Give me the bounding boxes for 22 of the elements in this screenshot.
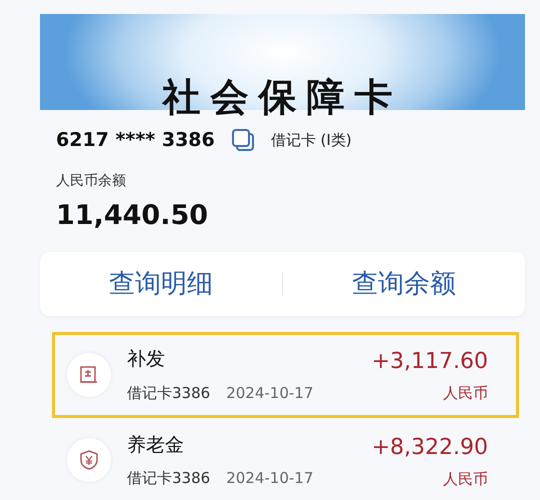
card-type: 借记卡 (I类): [270, 130, 352, 151]
transaction-row[interactable]: 养老金 借记卡3386 2024-10-17 +8,322.90 人民币: [52, 418, 519, 500]
shield-icon: [78, 449, 100, 472]
transaction-date: 2024-10-17: [226, 468, 314, 490]
currency-label: 人民币: [442, 468, 488, 490]
transaction-title: 补发: [127, 347, 166, 372]
transaction-row[interactable]: 补发 借记卡3386 2024-10-17 +3,117.60 人民币: [52, 332, 519, 418]
banner-title: 社会保障卡: [162, 78, 402, 116]
balance-amount: 11,440.50: [55, 198, 210, 232]
transaction-amount: +3,117.60: [372, 348, 488, 376]
currency-label: 人民币: [442, 383, 488, 404]
balance-label: 人民币余额: [55, 172, 127, 190]
transaction-date: 2024-10-17: [226, 382, 314, 404]
card-number: 6217 **** 3386: [56, 128, 215, 153]
transaction-amount: +8,322.90: [372, 434, 488, 462]
transaction-title: 养老金: [127, 432, 185, 458]
copy-icon[interactable]: [230, 128, 255, 152]
account-label: 借记卡3386: [127, 382, 210, 404]
account-label: 借记卡3386: [127, 468, 210, 490]
document-icon: [78, 364, 100, 386]
query-button[interactable]: 查询明细: [40, 264, 282, 304]
query-button[interactable]: 查询余额: [283, 264, 525, 304]
